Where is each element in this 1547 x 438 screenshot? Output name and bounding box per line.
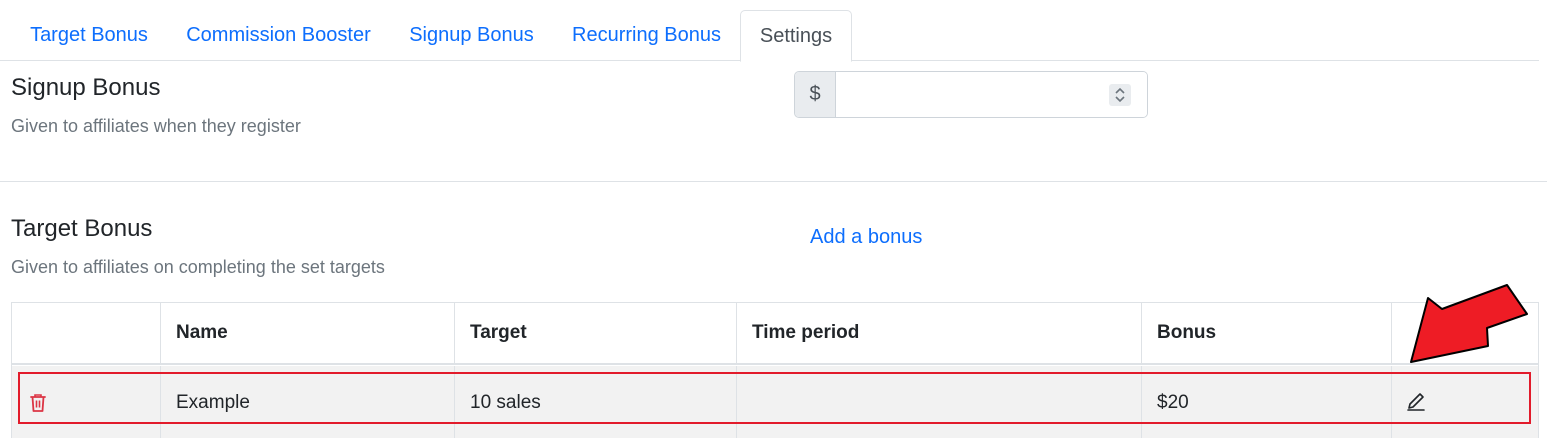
tab-target-bonus[interactable]: Target Bonus xyxy=(14,10,164,61)
add-bonus-link[interactable]: Add a bonus xyxy=(810,226,922,249)
trash-icon[interactable] xyxy=(28,392,48,414)
signup-bonus-description: Given to affiliates when they register xyxy=(11,116,301,136)
header-name: Name xyxy=(160,303,454,363)
spinner-arrows-icon xyxy=(1115,87,1125,103)
row-target: 10 sales xyxy=(454,366,736,438)
row-name: Example xyxy=(160,366,454,438)
target-bonus-title: Target Bonus xyxy=(11,215,153,242)
table-row: Example 10 sales $20 xyxy=(12,366,1538,438)
tab-recurring-bonus[interactable]: Recurring Bonus xyxy=(559,10,734,61)
header-target: Target xyxy=(454,303,736,363)
header-time-period: Time period xyxy=(736,303,1141,363)
row-bonus: $20 xyxy=(1141,366,1391,438)
header-bonus: Bonus xyxy=(1141,303,1391,363)
target-bonus-table: Name Target Time period Bonus Example 10… xyxy=(11,302,1539,438)
tab-signup-bonus[interactable]: Signup Bonus xyxy=(395,10,548,61)
signup-bonus-title: Signup Bonus xyxy=(11,74,161,101)
tab-bar: Target Bonus Commission Booster Signup B… xyxy=(0,0,1539,62)
section-divider xyxy=(0,181,1547,182)
header-actions xyxy=(12,303,160,363)
currency-addon: $ xyxy=(795,72,836,117)
signup-amount-group: $ xyxy=(794,71,1148,118)
signup-amount-input[interactable] xyxy=(836,72,1147,117)
pencil-icon[interactable] xyxy=(1405,391,1427,413)
tab-settings[interactable]: Settings xyxy=(740,10,852,62)
target-bonus-description: Given to affiliates on completing the se… xyxy=(11,257,385,277)
tab-commission-booster[interactable]: Commission Booster xyxy=(172,10,385,61)
row-time-period xyxy=(736,366,1141,438)
number-spinner[interactable] xyxy=(1109,84,1131,106)
table-header-row: Name Target Time period Bonus xyxy=(12,303,1538,365)
red-arrow-icon xyxy=(1410,284,1528,363)
